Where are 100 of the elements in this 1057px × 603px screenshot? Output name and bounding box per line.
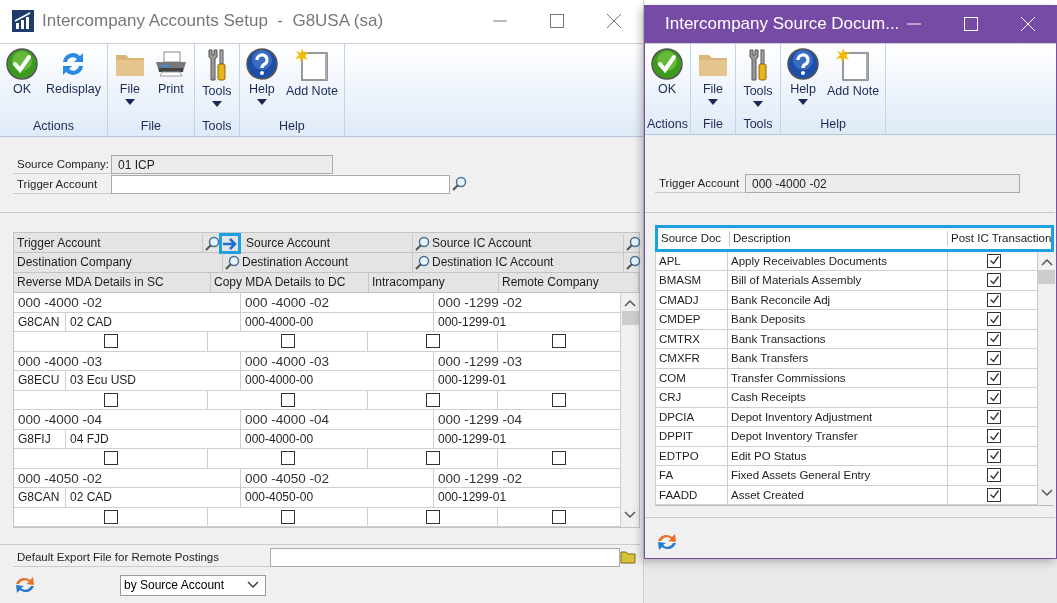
tools-icon [746,48,770,83]
toolbar-button[interactable]: Redisplay [42,43,105,119]
checkbox[interactable] [552,509,566,524]
checkbox[interactable] [987,390,1001,405]
search-icon[interactable] [625,235,641,252]
search-icon[interactable] [204,235,220,252]
table-cell: 000 -4050 -02 [241,468,434,488]
search-icon[interactable] [625,254,641,271]
column-header: Description [730,230,948,246]
checkbox[interactable] [987,331,1001,346]
table-cell: CMADJ [656,290,728,309]
checkbox[interactable] [103,392,118,407]
folder-icon[interactable] [620,550,636,564]
group-label: File [701,116,725,133]
toolbar-button[interactable]: Tools [738,44,778,117]
checkbox[interactable] [987,351,1001,366]
scroll-down-button[interactable] [624,511,636,519]
table-cell: G8CAN [14,312,66,332]
checkbox[interactable] [987,448,1001,463]
table-cell: COM [656,368,728,387]
checkbox[interactable] [103,451,118,466]
close-icon[interactable] [607,14,621,29]
scroll-thumb[interactable] [1038,269,1055,284]
checkbox[interactable] [280,509,295,524]
checkbox[interactable] [425,509,440,524]
checkbox[interactable] [552,392,566,407]
checkbox[interactable] [280,451,295,466]
checkbox[interactable] [987,370,1001,385]
checkbox[interactable] [552,334,566,349]
toolbar-button[interactable]: File [693,44,733,117]
toolbar-button[interactable]: OK [647,44,687,117]
table-cell: Bank Transactions [728,329,948,348]
checkbox[interactable] [987,429,1001,444]
toolbar-button[interactable]: Help [241,43,282,119]
search-icon[interactable] [224,254,240,271]
checkbox[interactable] [987,253,1001,268]
export-file-field[interactable] [270,547,620,567]
checkmark-icon [6,47,38,80]
table-cell: 000 -4000 -02 [14,293,241,312]
scroll-thumb[interactable] [621,311,639,325]
trigger-account-field: 000 -4000 -02 [745,174,1020,193]
toolbar-button[interactable]: Help [783,44,823,117]
table-cell: Bank Transfers [728,349,948,368]
table-cell: 000 -4050 -02 [14,468,241,488]
group-label: Help [278,119,306,135]
checkbox[interactable] [987,468,1001,483]
table-cell: BMASM [656,271,728,290]
checkbox[interactable] [103,509,118,524]
table-cell: 04 FJD [66,429,241,449]
table-cell: 02 CAD [66,488,241,507]
field-label: Default Export File for Remote Postings [13,547,270,567]
table-cell: Depot Inventory Adjustment [728,407,948,426]
table-cell: DPPIT [656,427,728,446]
checkbox[interactable] [987,409,1001,424]
checkbox[interactable] [425,451,440,466]
table-cell: Bill of Materials Assembly [728,271,948,290]
chevron-down-icon [247,581,259,589]
table-cell: G8ECU [14,371,66,390]
group-label: Actions [647,116,688,133]
table-cell: CMDEP [656,310,728,329]
search-icon[interactable] [451,176,467,192]
scroll-up-button[interactable] [624,299,636,307]
checkbox[interactable] [280,334,295,349]
search-icon[interactable] [414,235,430,252]
checkbox[interactable] [103,334,118,349]
scrollbar[interactable] [621,293,639,527]
scroll-up-button[interactable] [1040,257,1053,266]
window-title: Intercompany Source Docum... [665,14,900,35]
toolbar-button[interactable]: Add Note [823,44,884,117]
table-cell: 02 CAD [66,312,241,332]
table-cell: 000 -4000 -03 [14,351,241,371]
trigger-account-field[interactable] [111,174,450,194]
table-cell: 03 Ecu USD [66,371,241,390]
toolbar-button[interactable]: Print [149,43,192,119]
checkbox[interactable] [987,292,1001,307]
checkbox[interactable] [280,392,295,407]
search-icon[interactable] [414,254,430,271]
note-icon [836,48,871,83]
toolbar-button[interactable]: Add Note [281,43,342,119]
checkbox[interactable] [425,334,440,349]
checkbox[interactable] [987,312,1001,327]
sort-dropdown[interactable]: by Source Account [120,574,266,596]
help-icon [245,47,278,80]
maximize-icon[interactable] [550,14,564,29]
checkbox[interactable] [987,487,1001,502]
app-icon [12,10,34,33]
arrow-button[interactable] [219,233,241,254]
checkbox[interactable] [552,451,566,466]
window-title: Intercompany Accounts Setup - G8USA (sa) [42,11,385,32]
toolbar-button[interactable]: OK [2,43,42,119]
checkmark-icon [651,48,683,81]
table-cell: EDTPO [656,446,728,465]
checkbox[interactable] [425,392,440,407]
toolbar-button[interactable]: File [109,43,150,119]
scroll-down-button[interactable] [1040,488,1053,497]
table-cell: 000 -4000 -02 [241,293,434,312]
toolbar-button[interactable]: Tools [196,43,237,119]
table-cell: APL [656,251,728,270]
group-label: Tools [201,119,233,135]
checkbox[interactable] [987,273,1001,288]
